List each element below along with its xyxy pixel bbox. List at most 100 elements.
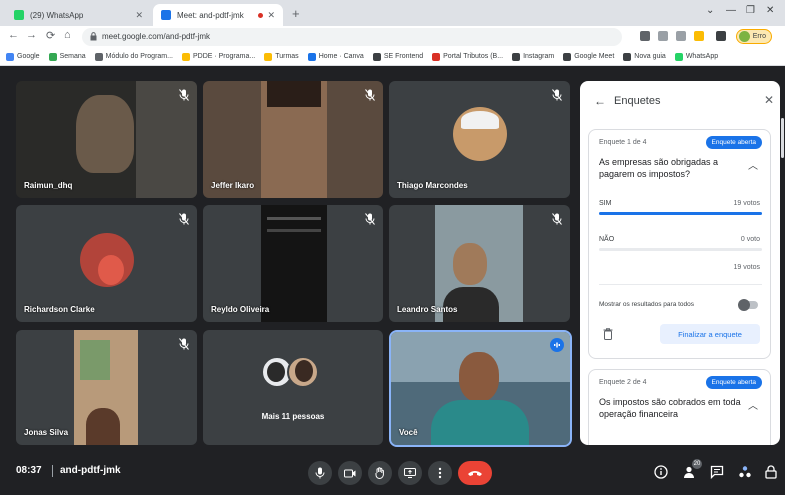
reload-icon[interactable]: ⟳ [46,29,55,42]
panel-scrollbar[interactable] [781,118,784,158]
poll-card: Enquete 2 de 4 Enquete aberta Os imposto… [588,369,771,445]
participant-video [76,95,134,173]
profile-button[interactable]: Erro [736,29,772,44]
tab-whatsapp[interactable]: (29) WhatsApp ✕ [6,4,151,26]
present-screen-icon [404,468,416,478]
home-icon[interactable]: ⌂ [64,29,71,41]
bookmark-label: Nova guia [634,53,666,60]
people-count-badge: 20 [692,459,702,469]
close-tab-icon[interactable]: ✕ [135,10,143,21]
tab-search-icon[interactable]: ⌄ [706,5,714,16]
more-options-button[interactable] [428,461,452,485]
bookmark-label: PDDE · Programa... [192,53,256,60]
share-icon[interactable] [658,31,668,41]
maximize-button[interactable]: ❐ [746,5,755,16]
bookmark-item[interactable]: Google Meet [563,52,614,61]
bookmark-label: Semana [59,53,86,60]
bookmark-favicon-icon [432,52,441,61]
extension-icon[interactable] [676,31,686,41]
participant-tile[interactable]: Leandro Santos [389,205,570,322]
hang-up-icon [468,471,482,476]
close-tab-icon[interactable]: ✕ [267,10,275,21]
tab-meet[interactable]: Meet: and-pdtf-jmk ✕ [153,4,283,26]
back-arrow-icon[interactable]: ← [594,94,606,108]
meeting-code: and-pdtf-jmk [60,465,121,476]
show-results-toggle[interactable] [738,299,758,311]
back-arrow-icon[interactable]: ← [8,29,19,41]
camera-icon [344,469,356,477]
bookmark-item[interactable]: Módulo do Program... [94,52,173,61]
side-panel-icon[interactable] [716,31,726,41]
panel-title: Enquetes [614,95,661,107]
participant-video-poster [80,340,110,380]
mic-off-icon [552,89,562,101]
participant-tile[interactable]: Raimun_dhq [16,81,197,198]
more-vertical-icon [438,467,442,479]
bookmark-item[interactable]: Semana [48,52,86,61]
divider [52,465,53,477]
participant-face [453,243,487,285]
mic-off-icon [179,89,189,101]
chevron-up-icon[interactable]: ︿ [748,397,758,412]
participant-tile[interactable]: Reyldo Oliveira [203,205,383,322]
participant-tile[interactable]: Jonas Silva [16,330,197,445]
participant-video-hair [267,81,321,107]
participant-tile[interactable]: Jeffer Ikaro [203,81,383,198]
trash-icon[interactable] [603,328,613,340]
forward-arrow-icon[interactable]: → [26,29,37,41]
chevron-up-icon[interactable]: ︿ [748,157,758,172]
tab-title: Meet: and-pdtf-jmk [177,10,244,20]
bookmark-item[interactable]: PDDE · Programa... [181,52,256,61]
polls-panel: ← Enquetes ✕ Enquete 1 de 4 Enquete aber… [580,81,780,445]
participant-tile[interactable]: Richardson Clarke [16,205,197,322]
url-text: meet.google.com/and-pdtf-jmk [102,32,211,41]
star-icon[interactable] [694,31,704,41]
show-results-label: Mostrar os resultados para todos [599,301,695,308]
minimize-button[interactable]: — [726,5,736,16]
bookmarks-bar: Google Semana Módulo do Program... PDDE · P… [0,48,785,66]
more-participants-tile[interactable]: Mais 11 pessoas [203,330,383,445]
people-button[interactable]: 20 [680,459,702,481]
microphone-button[interactable] [308,461,332,485]
activities-button[interactable] [736,463,754,481]
poll-question: As empresas são obrigadas a pagarem os i… [599,157,719,179]
poll-option-votes: 0 voto [740,236,760,243]
meet-control-bar: 08:37 and-pdtf-jmk 20 [0,451,785,495]
camera-permission-icon[interactable] [640,31,650,41]
bookmark-label: Google [17,53,40,60]
new-tab-button[interactable]: + [292,6,300,21]
bookmark-item[interactable]: WhatsApp [674,52,718,61]
bookmark-item[interactable]: Google [6,52,40,61]
lock-icon [90,32,97,41]
omnibox[interactable]: meet.google.com/and-pdtf-jmk [82,28,622,46]
bookmark-item[interactable]: Instagram [512,52,554,61]
chat-button[interactable] [708,463,726,481]
self-view-tile[interactable]: Você [389,330,572,447]
poll-option-votes: 19 votos [733,200,760,207]
bookmark-item[interactable]: Portal Tributos (B... [432,52,503,61]
bookmark-item[interactable]: Turmas [264,52,299,61]
close-window-button[interactable]: ✕ [766,5,774,16]
camera-button[interactable] [338,461,362,485]
poll-status-badge: Enquete aberta [705,136,762,149]
poll-card: Enquete 1 de 4 Enquete aberta As empresa… [588,129,771,359]
leave-call-button[interactable] [458,461,492,485]
participant-tile[interactable]: Thiago Marcondes [389,81,570,198]
bookmark-favicon-icon [563,52,572,61]
bookmark-item[interactable]: Nova guia [623,52,666,61]
present-button[interactable] [398,461,422,485]
meeting-details-button[interactable] [652,463,670,481]
poll-index: Enquete 2 de 4 [599,379,647,386]
poll-question: Os impostos são cobrados em toda operaçã… [599,397,741,419]
host-controls-button[interactable] [762,463,780,481]
address-bar-row: ← → ⟳ ⌂ meet.google.com/and-pdtf-jmk Err… [0,26,785,48]
participant-name: Reyldo Oliveira [211,305,270,314]
close-icon[interactable]: ✕ [764,93,774,107]
bookmark-favicon-icon [307,52,316,61]
raise-hand-button[interactable] [368,461,392,485]
mic-off-icon [365,89,375,101]
end-poll-button[interactable]: Finalizar a enquete [660,324,760,344]
bookmark-item[interactable]: SE Frontend [372,52,423,61]
bookmark-favicon-icon [181,52,190,61]
bookmark-item[interactable]: Home · Canva [307,52,364,61]
